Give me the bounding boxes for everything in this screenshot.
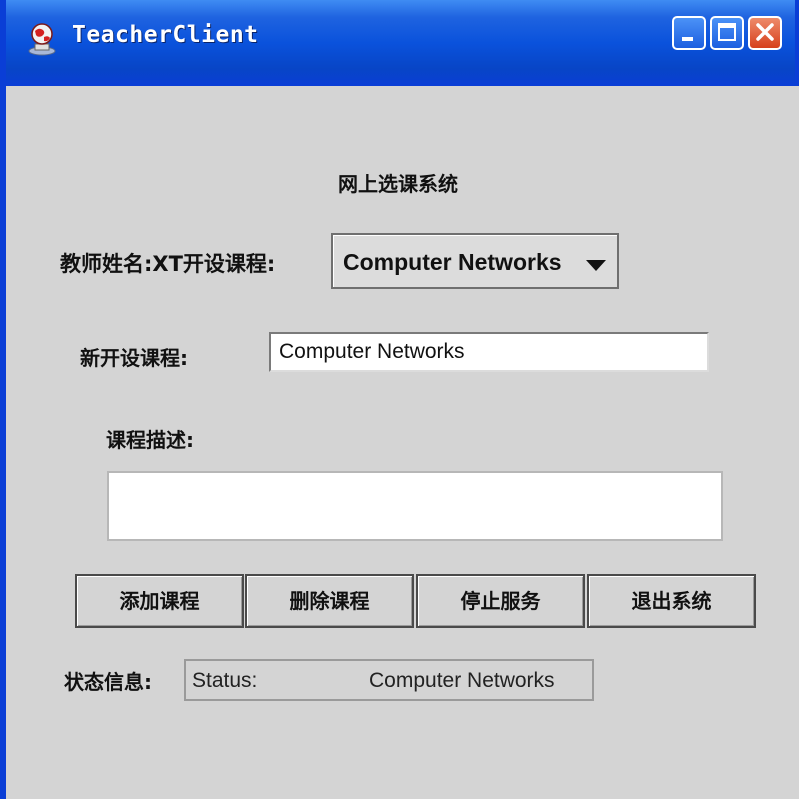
window-title: TeacherClient	[72, 22, 259, 48]
close-icon	[756, 23, 774, 41]
app-globe-icon	[26, 22, 58, 56]
minimize-icon	[682, 37, 693, 41]
exit-system-button[interactable]: 退出系统	[587, 574, 756, 628]
maximize-icon	[718, 23, 736, 41]
new-course-input[interactable]	[269, 332, 709, 372]
add-course-button[interactable]: 添加课程	[75, 574, 244, 628]
close-button[interactable]	[748, 16, 782, 50]
course-select[interactable]: Computer Networks	[331, 233, 619, 289]
status-value: Computer Networks	[369, 669, 555, 692]
status-field: Status: Computer Networks	[184, 659, 594, 701]
main-panel: 网上选课系统 教师姓名:XT开设课程: Computer Networks 新开…	[12, 86, 799, 799]
minimize-button[interactable]	[672, 16, 706, 50]
stop-service-button[interactable]: 停止服务	[416, 574, 585, 628]
chevron-down-icon	[586, 257, 606, 276]
status-label: 状态信息:	[64, 670, 152, 694]
teacher-client-window: TeacherClient 网上选课系统 教师姓名:XT开设课程: Comput…	[0, 0, 799, 799]
course-select-value: Computer Networks	[343, 249, 562, 275]
maximize-button[interactable]	[710, 16, 744, 50]
new-course-label: 新开设课程:	[80, 346, 188, 370]
teacher-course-label: 教师姓名:XT开设课程:	[60, 252, 276, 276]
delete-course-button[interactable]: 删除课程	[245, 574, 414, 628]
page-title: 网上选课系统	[338, 172, 458, 196]
status-prefix: Status:	[192, 669, 258, 692]
description-textarea[interactable]	[107, 471, 723, 541]
description-label: 课程描述:	[106, 428, 194, 452]
title-bar[interactable]: TeacherClient	[6, 0, 795, 86]
